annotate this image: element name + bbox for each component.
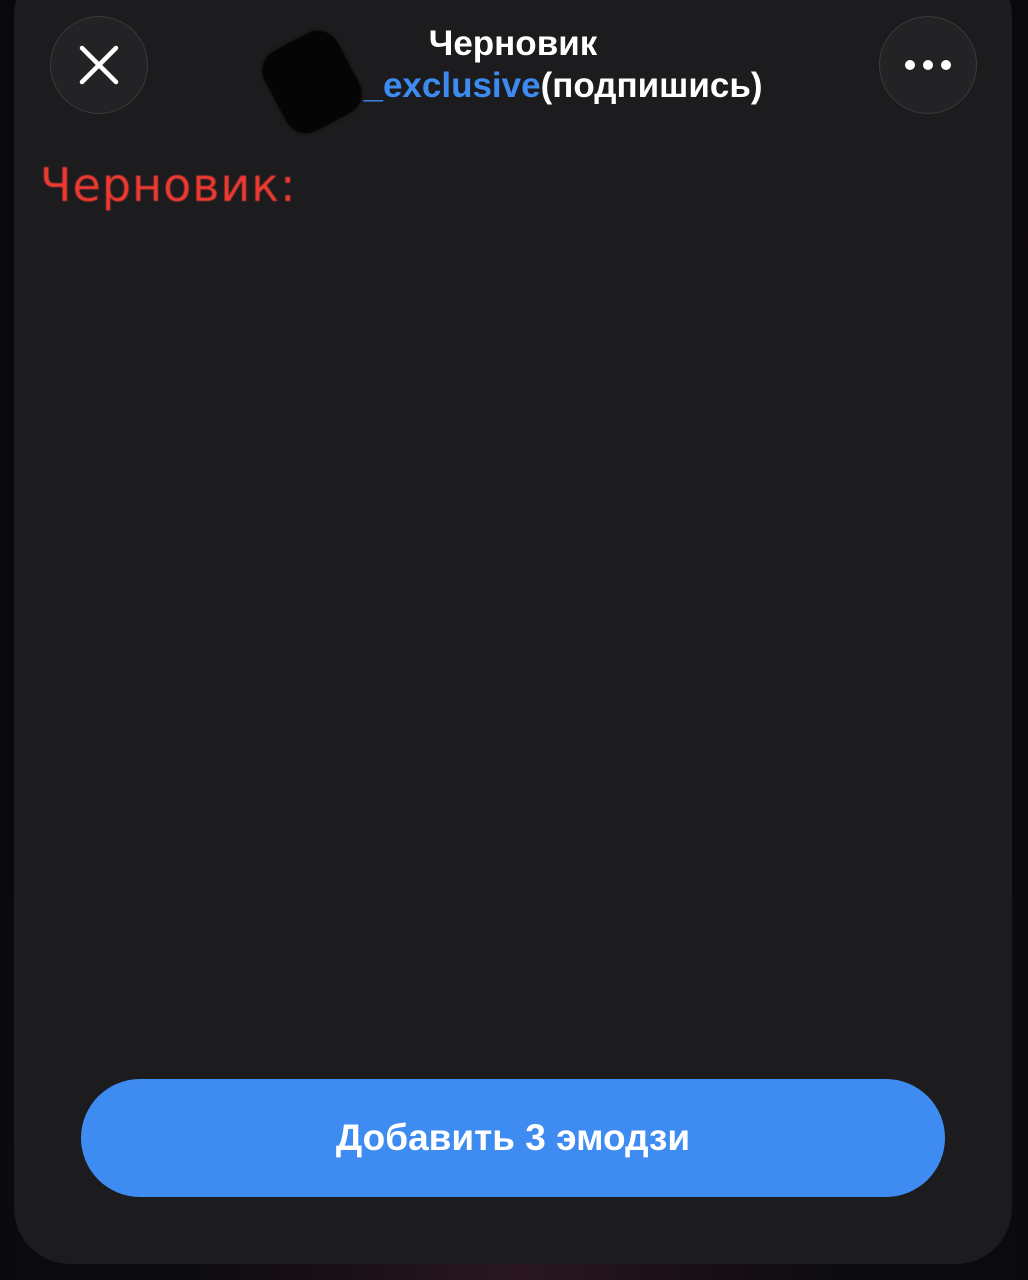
- emoji-grid-area: [14, 220, 1012, 1020]
- channel-suffix: (подпишись): [540, 66, 763, 105]
- header-titles: Черновик _exclusive(подпишись): [164, 0, 862, 141]
- add-emoji-button[interactable]: Добавить 3 эмодзи: [81, 1079, 945, 1197]
- channel-avatar: [255, 22, 370, 141]
- sheet-header: Черновик _exclusive(подпишись): [14, 0, 1012, 141]
- draft-emoji-text: Черновик:: [40, 158, 297, 212]
- close-button[interactable]: [50, 16, 148, 114]
- close-icon: [79, 45, 119, 85]
- channel-link[interactable]: _exclusive: [363, 66, 540, 105]
- more-button[interactable]: [879, 16, 977, 114]
- emoji-pack-sheet: Черновик _exclusive(подпишись) Черновик:…: [14, 0, 1012, 1264]
- more-horizontal-icon: [905, 60, 951, 70]
- pack-channel: _exclusive(подпишись): [164, 22, 862, 141]
